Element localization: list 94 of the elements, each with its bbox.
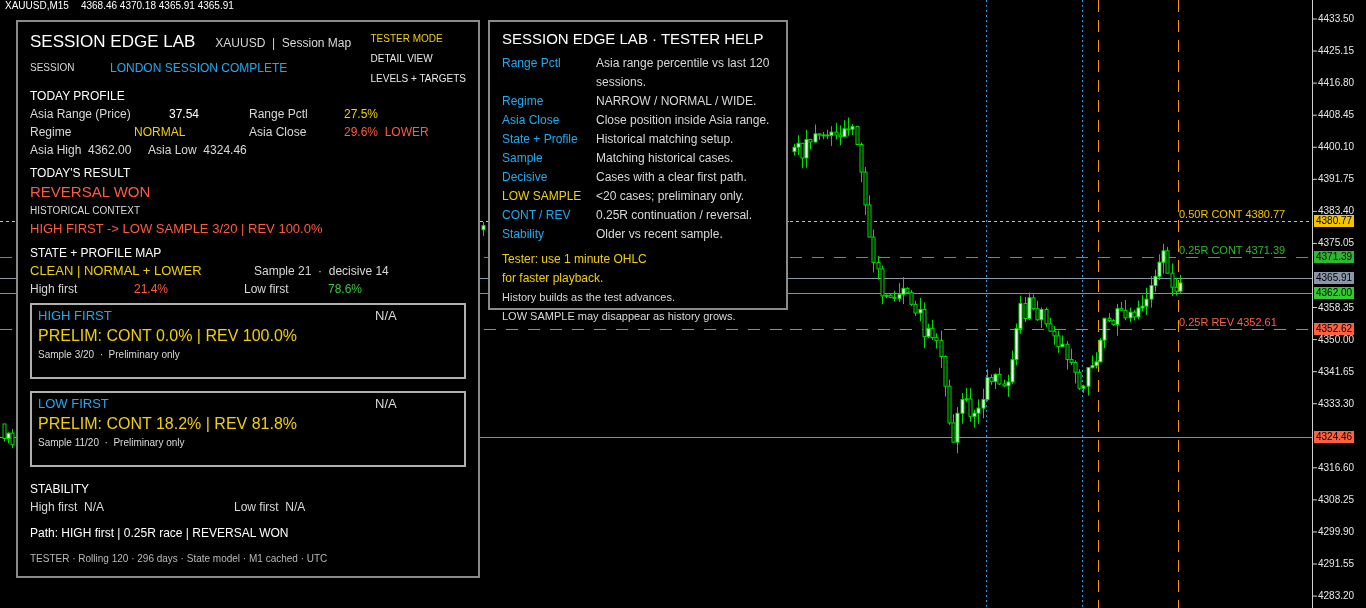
- axis-tick-label: 4408.45: [1318, 109, 1355, 122]
- field-value: 78.6%: [328, 281, 363, 298]
- help-term: CONT / REV: [502, 207, 572, 224]
- price-tag: 4371.39: [1314, 251, 1355, 263]
- ohlc-values: 4368.46 4370.18 4365.91 4365.91: [80, 0, 234, 12]
- session-label: SESSION: [30, 61, 76, 75]
- scenario-title: LOW FIRST: [38, 395, 110, 413]
- field-value: Asia High 4362.00: [30, 142, 133, 159]
- axis-tick-label: 4433.50: [1318, 13, 1355, 25]
- scenario-status: N/A: [375, 395, 397, 413]
- field-label: Range Pctl: [249, 106, 309, 123]
- field-value: 21.4%: [134, 281, 170, 298]
- scenario-result: PRELIM: CONT 0.0% | REV 100.0%: [38, 326, 299, 346]
- field-value: 29.6% LOWER: [344, 124, 429, 141]
- field-value: Asia Low 4324.46: [148, 142, 247, 159]
- field-value: NORMAL: [134, 124, 187, 141]
- axis-tick-label: 4358.35: [1318, 301, 1355, 314]
- scenario-note: Sample 11/20 · Preliminary only: [38, 436, 186, 450]
- help-note: for faster playback.: [502, 270, 605, 287]
- axis-tick-label: 4341.65: [1318, 365, 1355, 378]
- sample-count: Sample 21 · decisive 14: [254, 263, 389, 280]
- axis-tick-label: 4425.15: [1318, 45, 1355, 58]
- help-term: Asia Close: [502, 112, 561, 129]
- section-heading: STABILITY: [30, 481, 91, 498]
- price-tag: 4365.91: [1314, 272, 1355, 284]
- price-tag: 4324.46: [1314, 431, 1355, 443]
- axis-tick-label: 4350.00: [1318, 333, 1355, 346]
- panel-footer: TESTER · Rolling 120 · 296 days · State model · M1 cached · UTC: [30, 550, 466, 568]
- help-term: Sample: [502, 150, 544, 167]
- help-description: 0.25R continuation / reversal.: [596, 207, 754, 224]
- axis-tick-label: 4400.10: [1318, 141, 1355, 154]
- axis-tick-label: 4383.40: [1318, 205, 1355, 217]
- context-label: HISTORICAL CONTEXT: [30, 204, 141, 218]
- field-label: Low first: [244, 281, 290, 298]
- help-description: Older vs recent sample.: [596, 226, 724, 243]
- stability-value: High first N/A: [30, 499, 105, 516]
- help-description: Cases with a clear first path.: [596, 169, 748, 186]
- axis-tick-label: 4416.80: [1318, 77, 1355, 90]
- help-description: <20 cases; preliminary only.: [596, 188, 746, 205]
- axis-tick-label: 4375.05: [1318, 237, 1355, 250]
- help-description: Historical matching setup.: [596, 131, 735, 148]
- help-description: Close position inside Asia range.: [596, 112, 771, 129]
- axis-tick-label: 4316.60: [1318, 461, 1355, 474]
- candlestick: [481, 221, 486, 237]
- price-tag: 4380.77: [1314, 215, 1355, 227]
- path-summary: Path: HIGH first | 0.25R race | REVERSAL WON: [30, 525, 290, 542]
- scenario-status: N/A: [375, 307, 397, 325]
- help-description: Asia range percentile vs last 120 sessions.: [596, 55, 771, 91]
- axis-tick-label: 4299.90: [1318, 525, 1355, 538]
- view-mode-option[interactable]: DETAIL VIEW: [370, 51, 466, 67]
- panel-subtitle: XAUUSD | Session Map: [215, 35, 352, 52]
- help-note: History builds as the test advances.: [502, 290, 677, 305]
- price-tag: 4352.62: [1314, 323, 1355, 335]
- state-summary: CLEAN | NORMAL + LOWER: [30, 262, 203, 280]
- scenario-title: HIGH FIRST: [38, 307, 113, 325]
- chart-symbol: XAUUSD,M15: [5, 0, 69, 12]
- axis-tick-label: 4291.55: [1318, 558, 1355, 570]
- help-term: State + Profile: [502, 131, 579, 148]
- section-heading: STATE + PROFILE MAP: [30, 245, 163, 262]
- help-term: Regime: [502, 93, 545, 110]
- level-label: 0.25R REV 4352.61: [1179, 316, 1277, 328]
- view-mode-option[interactable]: TESTER MODE: [370, 31, 466, 47]
- context-summary: HIGH FIRST -> LOW SAMPLE 3/20 | REV 100.0%: [30, 220, 324, 238]
- section-heading: TODAY'S RESULT: [30, 165, 132, 182]
- level-label: 0.25R CONT 4371.39: [1179, 244, 1286, 256]
- field-value: 37.54: [169, 106, 201, 123]
- help-note: Tester: use 1 minute OHLC: [502, 251, 648, 268]
- help-term: Range Pctl: [502, 55, 562, 72]
- stability-value: Low first N/A: [234, 499, 306, 516]
- axis-tick-label: 4283.20: [1318, 590, 1355, 603]
- axis-tick-label: 4308.25: [1318, 493, 1355, 506]
- panel-title: SESSION EDGE LAB: [30, 31, 196, 53]
- help-term: Decisive: [502, 169, 549, 186]
- session-status: LONDON SESSION COMPLETE: [110, 60, 288, 77]
- help-note: LOW SAMPLE may disappear as history grows.: [502, 309, 736, 323]
- section-heading: TODAY PROFILE: [30, 88, 125, 105]
- field-label: Asia Close: [249, 124, 308, 141]
- field-label: Asia Range (Price): [30, 106, 132, 123]
- field-value: 27.5%: [344, 106, 379, 123]
- scenario-note: Sample 3/20 · Preliminary only: [38, 348, 181, 362]
- help-term: Stability: [502, 226, 546, 243]
- help-description: NARROW / NORMAL / WIDE.: [596, 93, 758, 110]
- level-label: 0.50R CONT 4380.77: [1179, 208, 1286, 220]
- axis-tick-label: 4391.75: [1318, 173, 1355, 186]
- help-description: Matching historical cases.: [596, 150, 735, 167]
- help-title: SESSION EDGE LAB · TESTER HELP: [502, 29, 765, 49]
- help-term: LOW SAMPLE: [502, 188, 583, 205]
- axis-tick-label: 4333.30: [1318, 397, 1355, 410]
- field-label: High first: [30, 281, 79, 298]
- field-label: Regime: [30, 124, 73, 141]
- result-outcome: REVERSAL WON: [30, 182, 152, 202]
- scenario-result: PRELIM: CONT 18.2% | REV 81.8%: [38, 414, 299, 434]
- view-mode-option[interactable]: LEVELS + TARGETS: [370, 71, 466, 87]
- price-tag: 4362.00: [1314, 287, 1355, 299]
